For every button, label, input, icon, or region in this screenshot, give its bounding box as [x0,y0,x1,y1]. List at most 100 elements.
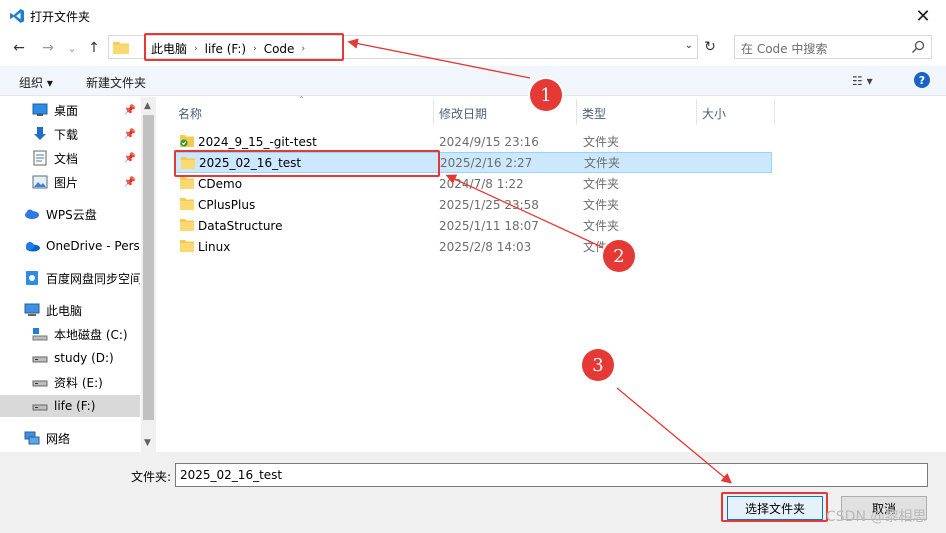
drive-icon [32,350,48,366]
folder-name-field[interactable] [175,463,928,487]
sidebar-item-label: WPS云盘 [46,207,97,222]
sidebar-item-baidu-sync[interactable]: 百度网盘同步空间 [0,267,140,289]
annotation-box-address [144,33,344,61]
window-title: 打开文件夹 [30,10,91,24]
table-row[interactable]: CPlusPlus 2025/1/25 23:58 文件夹 [174,194,772,215]
help-button[interactable]: ? [914,72,930,88]
folder-icon [180,198,194,210]
sidebar-item-drive-d[interactable]: study (D:) [0,347,140,369]
folder-field-label: 文件夹: [131,470,172,484]
pin-icon: 📌 [123,104,136,116]
column-divider[interactable] [433,99,434,125]
column-divider[interactable] [774,99,775,125]
column-header-date[interactable]: 修改日期 [439,101,487,125]
sidebar-item-this-pc[interactable]: 此电脑 [0,299,140,321]
sidebar-item-drive-f[interactable]: life (F:) [0,395,140,417]
drive-icon [32,374,48,390]
sidebar-item-desktop[interactable]: 桌面 📌 [0,99,140,121]
drive-icon [32,398,48,414]
sidebar-item-label: 文档 [54,151,79,166]
column-divider[interactable] [696,99,697,125]
sidebar-item-label: 网络 [46,431,71,446]
title-bar: 打开文件夹 ✕ [0,0,946,32]
sidebar-item-wps-cloud[interactable]: WPS云盘 [0,203,140,225]
table-row[interactable]: Linux 2025/2/8 14:03 文件夹 [174,236,772,257]
annotation-badge-1: 1 [530,79,562,111]
folder-icon [180,240,194,252]
search-icon [911,40,925,54]
network-icon [24,430,40,446]
file-name: 2024_9_15_-git-test [198,134,317,149]
document-icon [32,150,48,166]
sidebar-item-pictures[interactable]: 图片 📌 [0,171,140,193]
sidebar-item-label: 桌面 [54,103,79,118]
new-folder-button[interactable]: 新建文件夹 [86,74,146,91]
watermark: CSDN @黎相思 [826,509,927,525]
sidebar-item-label: 百度网盘同步空间 [46,271,140,286]
sidebar-item-drive-c[interactable]: 本地磁盘 (C:) [0,323,140,345]
sidebar-item-downloads[interactable]: 下载 📌 [0,123,140,145]
folder-icon [180,177,194,189]
column-header-type[interactable]: 类型 [582,101,606,125]
pin-icon: 📌 [123,152,136,164]
folder-icon [180,219,194,231]
column-header-name[interactable]: 名称 [178,101,202,125]
file-type: 文件夹 [583,198,620,212]
wps-cloud-icon [24,206,40,222]
column-divider[interactable] [576,99,577,125]
help-icon: ? [918,73,926,87]
close-button[interactable]: ✕ [900,0,946,32]
scroll-down-icon[interactable]: ▼ [144,438,151,448]
vscode-icon [10,9,24,23]
table-row[interactable]: DataStructure 2025/1/11 18:07 文件夹 [174,215,772,236]
annotation-badge-3: 3 [582,349,614,381]
sidebar-item-network[interactable]: 网络 [0,427,140,449]
onedrive-icon [24,238,40,254]
command-toolbar: 组织 ▾ 新建文件夹 ☷ ▾ [0,66,946,96]
file-date: 2025/1/25 23:58 [439,197,539,212]
up-button[interactable]: ↑ [84,38,104,58]
scroll-up-icon[interactable]: ▲ [144,101,151,111]
sidebar-item-label: study (D:) [54,351,114,365]
file-type: 文件夹 [584,156,621,170]
file-name: CDemo [198,176,243,191]
sidebar-item-documents[interactable]: 文档 📌 [0,147,140,169]
file-date: 2024/9/15 23:16 [439,134,539,149]
annotation-badge-2: 2 [603,240,635,272]
folder-synced-icon [180,135,194,147]
file-date: 2025/1/11 18:07 [439,218,539,233]
file-name: CPlusPlus [198,197,256,212]
organize-button[interactable]: 组织 ▾ [19,74,53,91]
sidebar-item-label: 下载 [54,127,79,142]
navigation-scrollbar[interactable]: ▲ ▼ [141,97,156,452]
file-date: 2025/2/8 14:03 [439,239,532,254]
back-button[interactable]: ← [9,38,29,58]
refresh-icon: ↻ [704,39,716,55]
sidebar-item-label: 资料 (E:) [54,375,103,390]
view-options-button[interactable]: ☷ ▾ [852,74,873,88]
file-date: 2025/2/16 2:27 [440,155,533,170]
sidebar-item-onedrive[interactable]: OneDrive - Perso [0,235,140,257]
table-row[interactable]: 2024_9_15_-git-test 2024/9/15 23:16 文件夹 [174,131,772,152]
sidebar-item-label: OneDrive - Perso [46,239,140,253]
sidebar-item-label: 此电脑 [46,303,83,318]
forward-button[interactable]: → [38,38,58,58]
search-box[interactable]: 在 Code 中搜索 [734,35,932,59]
annotation-box-select-button [721,492,828,522]
arrow-left-icon: ← [13,40,25,56]
column-header-size[interactable]: 大小 [702,101,726,125]
file-date: 2024/7/8 1:22 [439,176,524,191]
sidebar-item-label: 本地磁盘 (C:) [54,327,128,342]
address-dropdown-icon[interactable]: ⌄ [685,40,693,51]
chevron-down-icon: ⌄ [67,41,77,55]
navigation-pane: 桌面 📌 下载 📌 文档 📌 图片 📌 WPS云盘 OneDrive - Per… [0,97,156,452]
desktop-icon [32,102,48,118]
download-icon [32,126,48,142]
file-type: 文件夹 [583,135,620,149]
recent-locations-button[interactable]: ⌄ [62,38,82,58]
refresh-button[interactable]: ↻ [700,35,720,59]
sidebar-item-drive-e[interactable]: 资料 (E:) [0,371,140,393]
file-type: 文件夹 [583,177,620,191]
scrollbar-thumb[interactable] [143,115,154,420]
search-input[interactable]: 在 Code 中搜索 [741,40,827,57]
